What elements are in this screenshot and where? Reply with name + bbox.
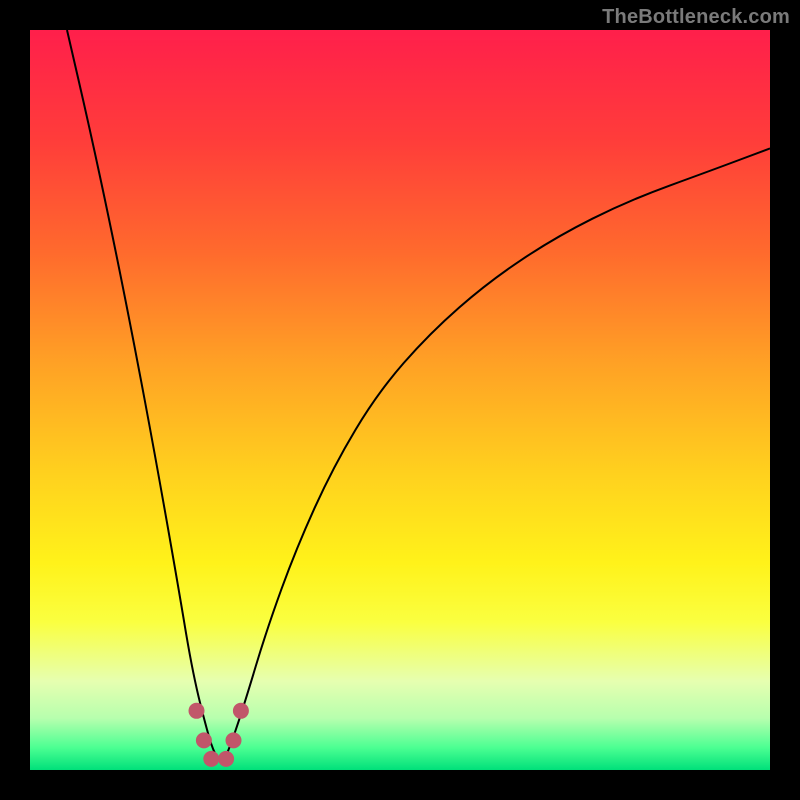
valley-marker (203, 751, 219, 767)
plot-area (30, 30, 770, 770)
bottleneck-curve (67, 30, 770, 760)
valley-marker (196, 732, 212, 748)
curve-layer (30, 30, 770, 770)
valley-marker (218, 751, 234, 767)
chart-frame: TheBottleneck.com (0, 0, 800, 800)
watermark-text: TheBottleneck.com (602, 6, 790, 29)
valley-marker (226, 732, 242, 748)
valley-marker (233, 703, 249, 719)
valley-marker (189, 703, 205, 719)
marker-group (189, 703, 249, 767)
